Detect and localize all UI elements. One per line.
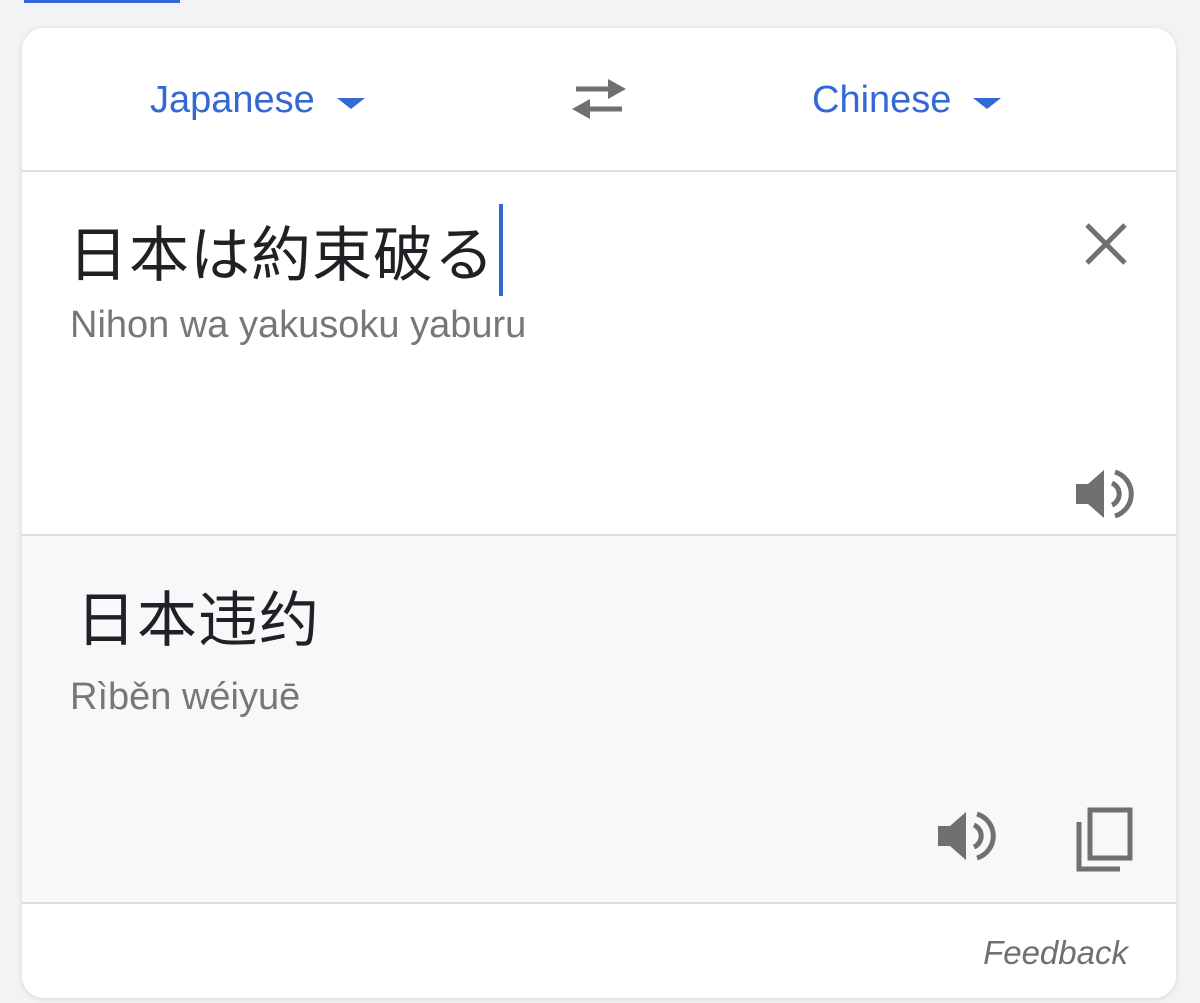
listen-source-button[interactable]: [1072, 464, 1138, 524]
source-text: 日本は約束破る: [68, 220, 495, 291]
text-cursor: [499, 204, 503, 296]
close-icon: [1085, 223, 1127, 265]
translate-card: Japanese Chinese 日本は約束破る Nihon wa yakuso…: [22, 28, 1176, 998]
source-language-button[interactable]: Japanese: [150, 78, 365, 122]
listen-translation-button[interactable]: [934, 806, 1000, 866]
target-language-button[interactable]: Chinese: [812, 78, 1002, 122]
translated-transliteration: Rìběn wéiyuē: [70, 676, 301, 718]
chevron-down-icon: [336, 97, 365, 109]
speaker-icon: [1076, 469, 1134, 519]
source-language-label: Japanese: [150, 78, 315, 121]
swap-languages-button[interactable]: [568, 74, 630, 124]
clear-input-button[interactable]: [1080, 218, 1132, 270]
swap-arrows-icon: [572, 79, 626, 119]
translated-text: 日本违约: [76, 586, 320, 656]
source-transliteration: Nihon wa yakusoku yaburu: [70, 304, 527, 346]
feedback-link[interactable]: Feedback: [983, 934, 1128, 972]
source-text-input[interactable]: 日本は約束破る: [68, 202, 503, 298]
source-input-panel[interactable]: 日本は約束破る Nihon wa yakusoku yaburu: [22, 172, 1176, 536]
copy-translation-button[interactable]: [1074, 806, 1136, 874]
copy-icon: [1076, 807, 1133, 872]
language-selector-bar: Japanese Chinese: [22, 28, 1176, 172]
translation-result-panel: 日本违约 Rìběn wéiyuē: [22, 536, 1176, 904]
active-tab-indicator: [24, 0, 180, 3]
card-footer: Feedback: [22, 904, 1176, 998]
target-language-label: Chinese: [812, 78, 952, 121]
chevron-down-icon: [973, 97, 1002, 109]
speaker-icon: [938, 811, 996, 861]
